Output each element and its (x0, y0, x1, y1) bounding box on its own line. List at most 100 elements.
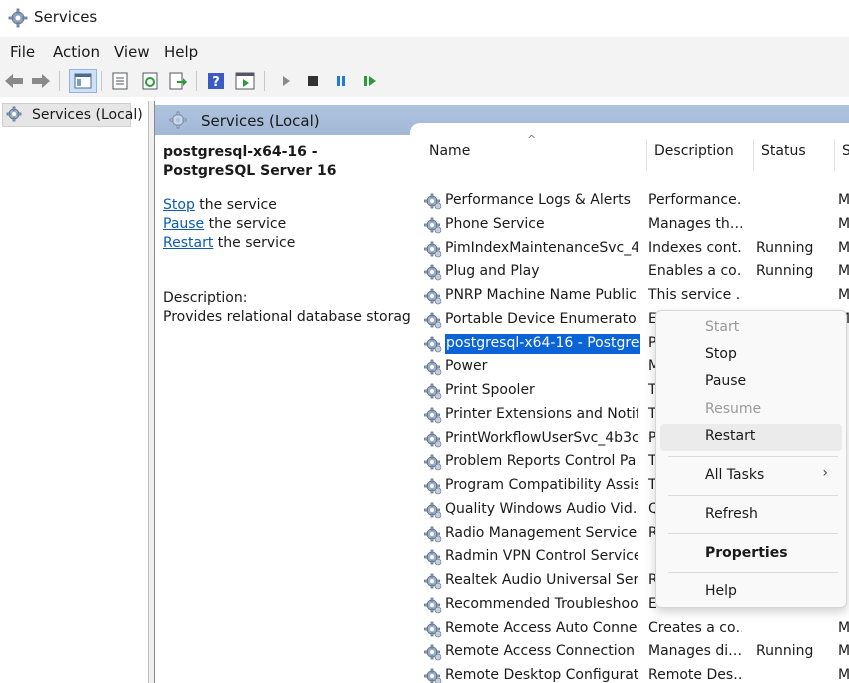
show-hide-action-pane-icon[interactable] (234, 70, 256, 92)
table-row[interactable]: Performance Logs & Alerts Performance… M (424, 189, 849, 213)
menu-item-help[interactable]: Help (660, 579, 842, 606)
title-bar: Services (0, 0, 849, 37)
action-suffix: the service (204, 216, 287, 232)
menu-help[interactable]: Help (164, 43, 198, 61)
column-header-description[interactable]: Description (654, 143, 734, 159)
table-row[interactable]: Remote Access Auto Connec… Creates a co… M (424, 617, 849, 641)
service-status: Running (756, 239, 814, 256)
window-title: Services (34, 8, 98, 26)
service-startup-type: M (838, 192, 849, 208)
service-gear-icon (424, 358, 442, 380)
help-icon[interactable]: ? (205, 70, 227, 92)
menu-separator (668, 572, 838, 573)
menu-file[interactable]: File (10, 43, 35, 61)
service-name: PNRP Machine Name Public… (445, 287, 638, 303)
menu-item-label: Restart (705, 428, 756, 444)
tree-item-label: Services (Local) (32, 107, 143, 123)
restart-link[interactable]: Restart (163, 235, 213, 251)
table-row[interactable]: Phone Service Manages th… M (424, 213, 849, 237)
properties-icon[interactable] (109, 70, 131, 92)
table-row[interactable]: Remote Access Connection … Manages di… Run… (424, 640, 849, 664)
service-name: Remote Access Auto Connec… (445, 619, 638, 636)
service-status: Running (756, 263, 814, 280)
chevron-right-icon: › (822, 465, 828, 481)
table-row[interactable]: PimIndexMaintenanceSvc_4… Indexes cont… Ru… (424, 237, 849, 261)
menu-item-label: Refresh (705, 506, 758, 522)
main-header-title: Services (Local) (201, 112, 320, 130)
service-description: Indexes cont… (648, 239, 742, 256)
service-gear-icon (424, 430, 442, 452)
menu-item-label: All Tasks (705, 467, 765, 483)
menu-item-restart[interactable]: Restart (660, 424, 842, 451)
context-menu: Start Stop Pause Resume Restart All Task… (655, 310, 847, 608)
menu-view[interactable]: View (114, 43, 150, 61)
menu-item-label: Resume (705, 401, 762, 417)
column-header-startup[interactable]: S (842, 143, 849, 159)
service-startup-type: M (838, 215, 849, 232)
column-divider[interactable] (834, 139, 835, 171)
service-startup-type: M (838, 667, 849, 683)
gear-icon (169, 111, 191, 135)
service-startup-type: M (838, 619, 849, 636)
stop-service-icon[interactable] (302, 70, 324, 92)
service-gear-icon (424, 596, 442, 618)
menu-item-stop[interactable]: Stop (660, 342, 842, 369)
menu-item-pause[interactable]: Pause (660, 369, 842, 396)
service-description: This service … (648, 287, 742, 303)
menu-item-properties[interactable]: Properties (660, 541, 842, 568)
column-header-name[interactable]: Name (429, 143, 470, 159)
service-gear-icon (424, 501, 442, 523)
table-row[interactable]: Remote Desktop Configurati… Remote Des… M (424, 664, 849, 683)
start-service-icon[interactable] (275, 70, 297, 92)
console-tree: Services (Local) (0, 101, 149, 683)
export-list-icon[interactable] (167, 70, 189, 92)
table-row[interactable]: Plug and Play Enables a co… Running M (424, 260, 849, 284)
service-name: Plug and Play (445, 263, 540, 280)
description-label: Description: (163, 290, 248, 306)
tree-item-services-local[interactable]: Services (Local) (2, 103, 143, 128)
service-gear-icon (424, 620, 442, 642)
refresh-icon[interactable] (139, 70, 161, 92)
service-status: Running (756, 643, 814, 660)
column-header-status[interactable]: Status (761, 143, 806, 159)
column-divider[interactable] (753, 139, 754, 171)
service-gear-icon (424, 192, 442, 214)
table-row[interactable]: PNRP Machine Name Public… This service … M (424, 284, 849, 308)
service-gear-icon (424, 525, 442, 547)
service-gear-icon (424, 406, 442, 428)
service-startup-type: M (838, 239, 849, 256)
service-startup-type: M (838, 643, 849, 660)
column-divider[interactable] (646, 139, 647, 171)
menu-item-all-tasks[interactable]: All Tasks › (660, 463, 842, 490)
service-name: Power (445, 358, 488, 375)
menu-item-resume[interactable]: Resume (660, 397, 842, 424)
service-name: Remote Desktop Configurati… (445, 667, 638, 683)
gear-icon (8, 8, 28, 32)
menu-action[interactable]: Action (53, 43, 100, 61)
show-hide-console-tree-icon[interactable] (69, 69, 97, 93)
pause-service-icon[interactable] (330, 70, 352, 92)
service-name: Quality Windows Audio Vid… (445, 500, 638, 517)
service-gear-icon (424, 453, 442, 475)
stop-link[interactable]: Stop (163, 197, 195, 213)
menu-item-start[interactable]: Start (660, 315, 842, 342)
forward-arrow-icon[interactable] (30, 70, 52, 92)
service-description: Performance… (648, 192, 742, 208)
service-name: Printer Extensions and Notifi… (445, 405, 638, 422)
pause-link[interactable]: Pause (163, 216, 204, 232)
service-description: Enables a co… (648, 263, 742, 280)
service-name: postgresql-x64-16 - Postgre… (445, 333, 640, 354)
service-gear-icon (424, 572, 442, 594)
extended-info: postgresql-x64-16 - PostgreSQL Server 16… (163, 143, 424, 327)
restart-service-icon[interactable] (359, 70, 381, 92)
service-name: PimIndexMaintenanceSvc_4… (445, 239, 638, 256)
menu-item-label: Properties (705, 545, 788, 561)
back-arrow-icon[interactable] (3, 70, 25, 92)
gear-icon (6, 106, 26, 128)
menu-item-refresh[interactable]: Refresh (660, 502, 842, 529)
menu-separator (668, 533, 838, 534)
service-gear-icon (424, 311, 442, 333)
service-gear-icon (424, 263, 442, 285)
service-name: Portable Device Enumerator … (445, 310, 638, 327)
menu-item-label: Start (705, 319, 740, 335)
